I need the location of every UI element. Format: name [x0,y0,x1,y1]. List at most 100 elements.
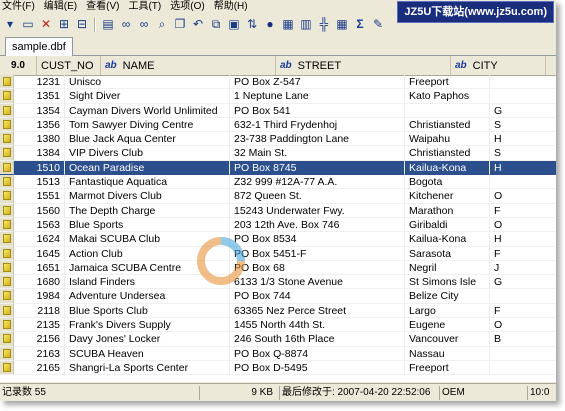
data-grid[interactable]: 9.0 CUST_NO ab NAME ab STREET ab CITY 1231 U… [0,56,556,382]
cell-next[interactable]: G [490,104,556,118]
cell-city[interactable]: Belize City [405,289,490,304]
row-marker[interactable] [0,146,14,161]
cell-street[interactable]: PO Box 8534 [230,232,405,247]
table-row[interactable]: 1551 Marmot Divers Club 872 Queen St. Kitch… [0,189,556,204]
cell-cust-no[interactable]: 1645 [14,246,65,261]
cell-name[interactable]: Action Club [65,246,230,261]
menu-tools[interactable]: 工具(T) [126,0,168,13]
binoculars-next-icon[interactable]: ∞ [136,16,152,32]
cell-street[interactable]: PO Box 5451-F [230,246,405,261]
cell-name[interactable]: Frank's Divers Supply [65,318,230,333]
menu-file[interactable]: 文件(F) [0,0,42,13]
field-icon[interactable]: ▦ [280,16,296,32]
cell-street[interactable]: 246 South 16th Place [230,332,405,347]
cell-street[interactable]: PO Box Q-8874 [230,346,405,361]
info-icon[interactable]: ● [262,16,278,32]
cell-cust-no[interactable]: 1354 [14,103,65,118]
cell-street[interactable]: 203 12th Ave. Box 746 [230,217,405,233]
menu-view[interactable]: 查看(V) [84,0,126,13]
cell-next[interactable] [490,347,556,361]
cell-street[interactable]: PO Box 744 [230,289,405,304]
row-marker[interactable] [0,217,14,233]
row-marker[interactable] [0,360,14,376]
menu-help[interactable]: 帮助(H) [212,0,255,13]
cell-next[interactable]: S [490,146,556,161]
dropdown-arrow-icon[interactable]: ▾ [2,16,18,32]
cell-cust-no[interactable]: 2135 [14,318,65,333]
cell-cust-no[interactable]: 1680 [14,275,65,290]
cell-name[interactable]: Sight Diver [65,89,230,104]
cell-next[interactable]: H [490,160,556,176]
row-marker[interactable] [0,246,14,261]
cell-city[interactable]: Negril [405,260,490,276]
cell-next[interactable]: J [490,261,556,276]
cell-cust-no[interactable]: 1563 [14,217,65,233]
cell-name[interactable]: Shangri-La Sports Center [65,360,230,376]
menu-options[interactable]: 选项(O) [168,0,211,13]
table-row[interactable]: 1645 Action Club PO Box 5451-F Sarasota F [0,246,556,261]
cell-next[interactable] [490,175,556,190]
header-name[interactable]: ab NAME [101,56,276,75]
row-marker[interactable] [0,132,14,147]
header-city[interactable]: ab CITY [451,56,546,75]
cell-name[interactable]: The Depth Charge [65,203,230,218]
cell-street[interactable]: 1455 North 44th St. [230,318,405,333]
cell-cust-no[interactable]: 1351 [14,89,65,104]
new-file-icon[interactable]: ▭ [20,16,36,32]
row-marker[interactable] [0,332,14,347]
table-row[interactable]: 1513 Fantastique Aquatica Z32 999 #12A-77 … [0,175,556,190]
cell-cust-no[interactable]: 2163 [14,346,65,361]
cell-city[interactable]: Christiansted [405,146,490,161]
table-row[interactable]: 1351 Sight Diver 1 Neptune Lane Kato Paphos [0,89,556,104]
cell-street[interactable]: 63365 Nez Perce Street [230,303,405,319]
table-row[interactable]: 2163 SCUBA Heaven PO Box Q-8874 Nassau [0,346,556,361]
cell-city[interactable]: Giribaldi [405,217,490,233]
cell-next[interactable]: F [490,304,556,319]
cell-name[interactable]: Unisco [65,75,230,90]
table-row[interactable]: 1651 Jamaica SCUBA Centre PO Box 68 Negril J [0,260,556,276]
row-marker[interactable] [0,260,14,276]
cell-street[interactable]: Z32 999 #12A-77 A.A. [230,175,405,190]
cell-city[interactable]: Christiansted [405,117,490,133]
cell-street[interactable]: PO Box Z-547 [230,75,405,90]
cell-city[interactable]: Kitchener [405,189,490,204]
cell-next[interactable]: G [490,275,556,290]
cell-city[interactable]: Bogota [405,175,490,190]
row-marker[interactable] [0,89,14,104]
table-row[interactable]: 2135 Frank's Divers Supply 1455 North 44th… [0,318,556,333]
cell-city[interactable]: Largo [405,303,490,319]
insert-icon[interactable]: ⊞ [56,16,72,32]
cell-street[interactable]: 872 Queen St. [230,189,405,204]
cell-name[interactable]: Blue Sports Club [65,303,230,319]
grid-icon[interactable]: ▦ [334,16,350,32]
table-row[interactable]: 1680 Island Finders 6133 1/3 Stone Avenue S… [0,275,556,290]
cell-cust-no[interactable]: 1984 [14,289,65,304]
cell-name[interactable]: Jamaica SCUBA Centre [65,260,230,276]
cell-name[interactable]: Blue Jack Aqua Center [65,132,230,147]
cell-city[interactable]: Waipahu [405,132,490,147]
cell-city[interactable]: Kailua-Kona [405,232,490,247]
table-row[interactable]: 2165 Shangri-La Sports Center PO Box D-549… [0,360,556,376]
cell-cust-no[interactable]: 1624 [14,232,65,247]
cell-next[interactable]: F [490,204,556,218]
row-marker[interactable] [0,175,14,190]
cell-city[interactable]: Eugene [405,318,490,333]
structure-icon[interactable]: ╬ [316,16,332,32]
cell-cust-no[interactable]: 1356 [14,117,65,133]
cell-street[interactable]: PO Box 541 [230,103,405,118]
find-icon[interactable]: ⌕ [154,16,170,32]
cell-next[interactable] [490,75,556,90]
delete-icon[interactable]: ✕ [38,16,54,32]
table-row[interactable]: 1510 Ocean Paradise PO Box 8745 Kailua-Kona… [0,160,556,176]
cell-city[interactable]: Freeport [405,360,490,376]
header-cust-no[interactable]: CUST_NO [37,56,101,75]
row-marker[interactable] [0,103,14,118]
tab-sample-dbf[interactable]: sample.dbf [5,37,73,56]
table-row[interactable]: 2118 Blue Sports Club 63365 Nez Perce Stre… [0,303,556,319]
cell-cust-no[interactable]: 2165 [14,360,65,376]
cell-next[interactable]: O [490,218,556,233]
row-marker[interactable] [0,203,14,218]
sort-icon[interactable]: ⇅ [244,16,260,32]
cell-street[interactable]: PO Box 8745 [230,160,405,176]
row-marker[interactable] [0,160,14,176]
